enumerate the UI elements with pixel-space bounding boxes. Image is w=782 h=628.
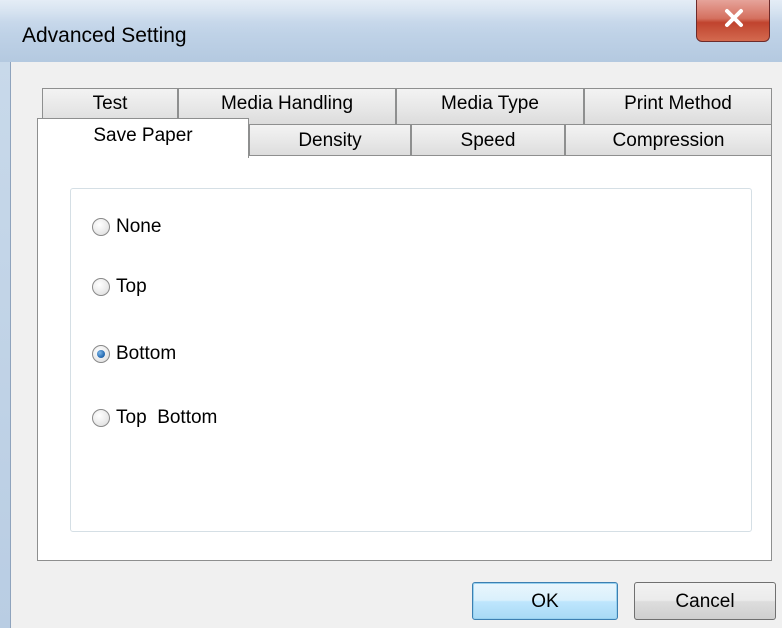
radio-indicator-checked[interactable] (92, 345, 110, 363)
title-bar[interactable]: Advanced Setting (0, 0, 782, 62)
tab-density[interactable]: Density (249, 124, 411, 156)
radio-top-bottom[interactable]: Top Bottom (92, 405, 217, 431)
radio-label: Top Bottom (116, 407, 218, 428)
radio-none[interactable]: None (92, 214, 161, 240)
radio-label: Bottom (116, 343, 177, 364)
radio-indicator[interactable] (92, 218, 110, 236)
tab-label: Save Paper (93, 125, 193, 146)
tab-compression[interactable]: Compression (565, 124, 772, 156)
window-title: Advanced Setting (22, 24, 187, 47)
ok-button[interactable]: OK (472, 582, 618, 620)
tab-save-paper[interactable]: Save Paper (37, 118, 249, 158)
tab-label: Test (92, 93, 128, 114)
tab-label: Media Handling (220, 93, 354, 114)
tab-label: Density (298, 130, 362, 151)
cancel-button[interactable]: Cancel (634, 582, 776, 620)
close-icon (725, 9, 743, 27)
tab-label: Compression (612, 130, 725, 151)
radio-indicator[interactable] (92, 278, 110, 296)
dialog-window: Advanced Setting Test Media Handling Med… (0, 0, 782, 628)
radio-indicator[interactable] (92, 409, 110, 427)
tab-label: Speed (460, 130, 516, 151)
close-button[interactable] (696, 0, 770, 42)
radio-label: None (116, 216, 162, 237)
tab-media-type[interactable]: Media Type (396, 88, 584, 124)
radio-top[interactable]: Top (92, 274, 147, 300)
radio-label: Top (116, 276, 147, 297)
radio-bottom[interactable]: Bottom (92, 341, 176, 367)
tab-speed[interactable]: Speed (411, 124, 565, 156)
tab-label: Print Method (624, 93, 732, 114)
tab-label: Media Type (441, 93, 539, 114)
tab-print-method[interactable]: Print Method (584, 88, 772, 124)
